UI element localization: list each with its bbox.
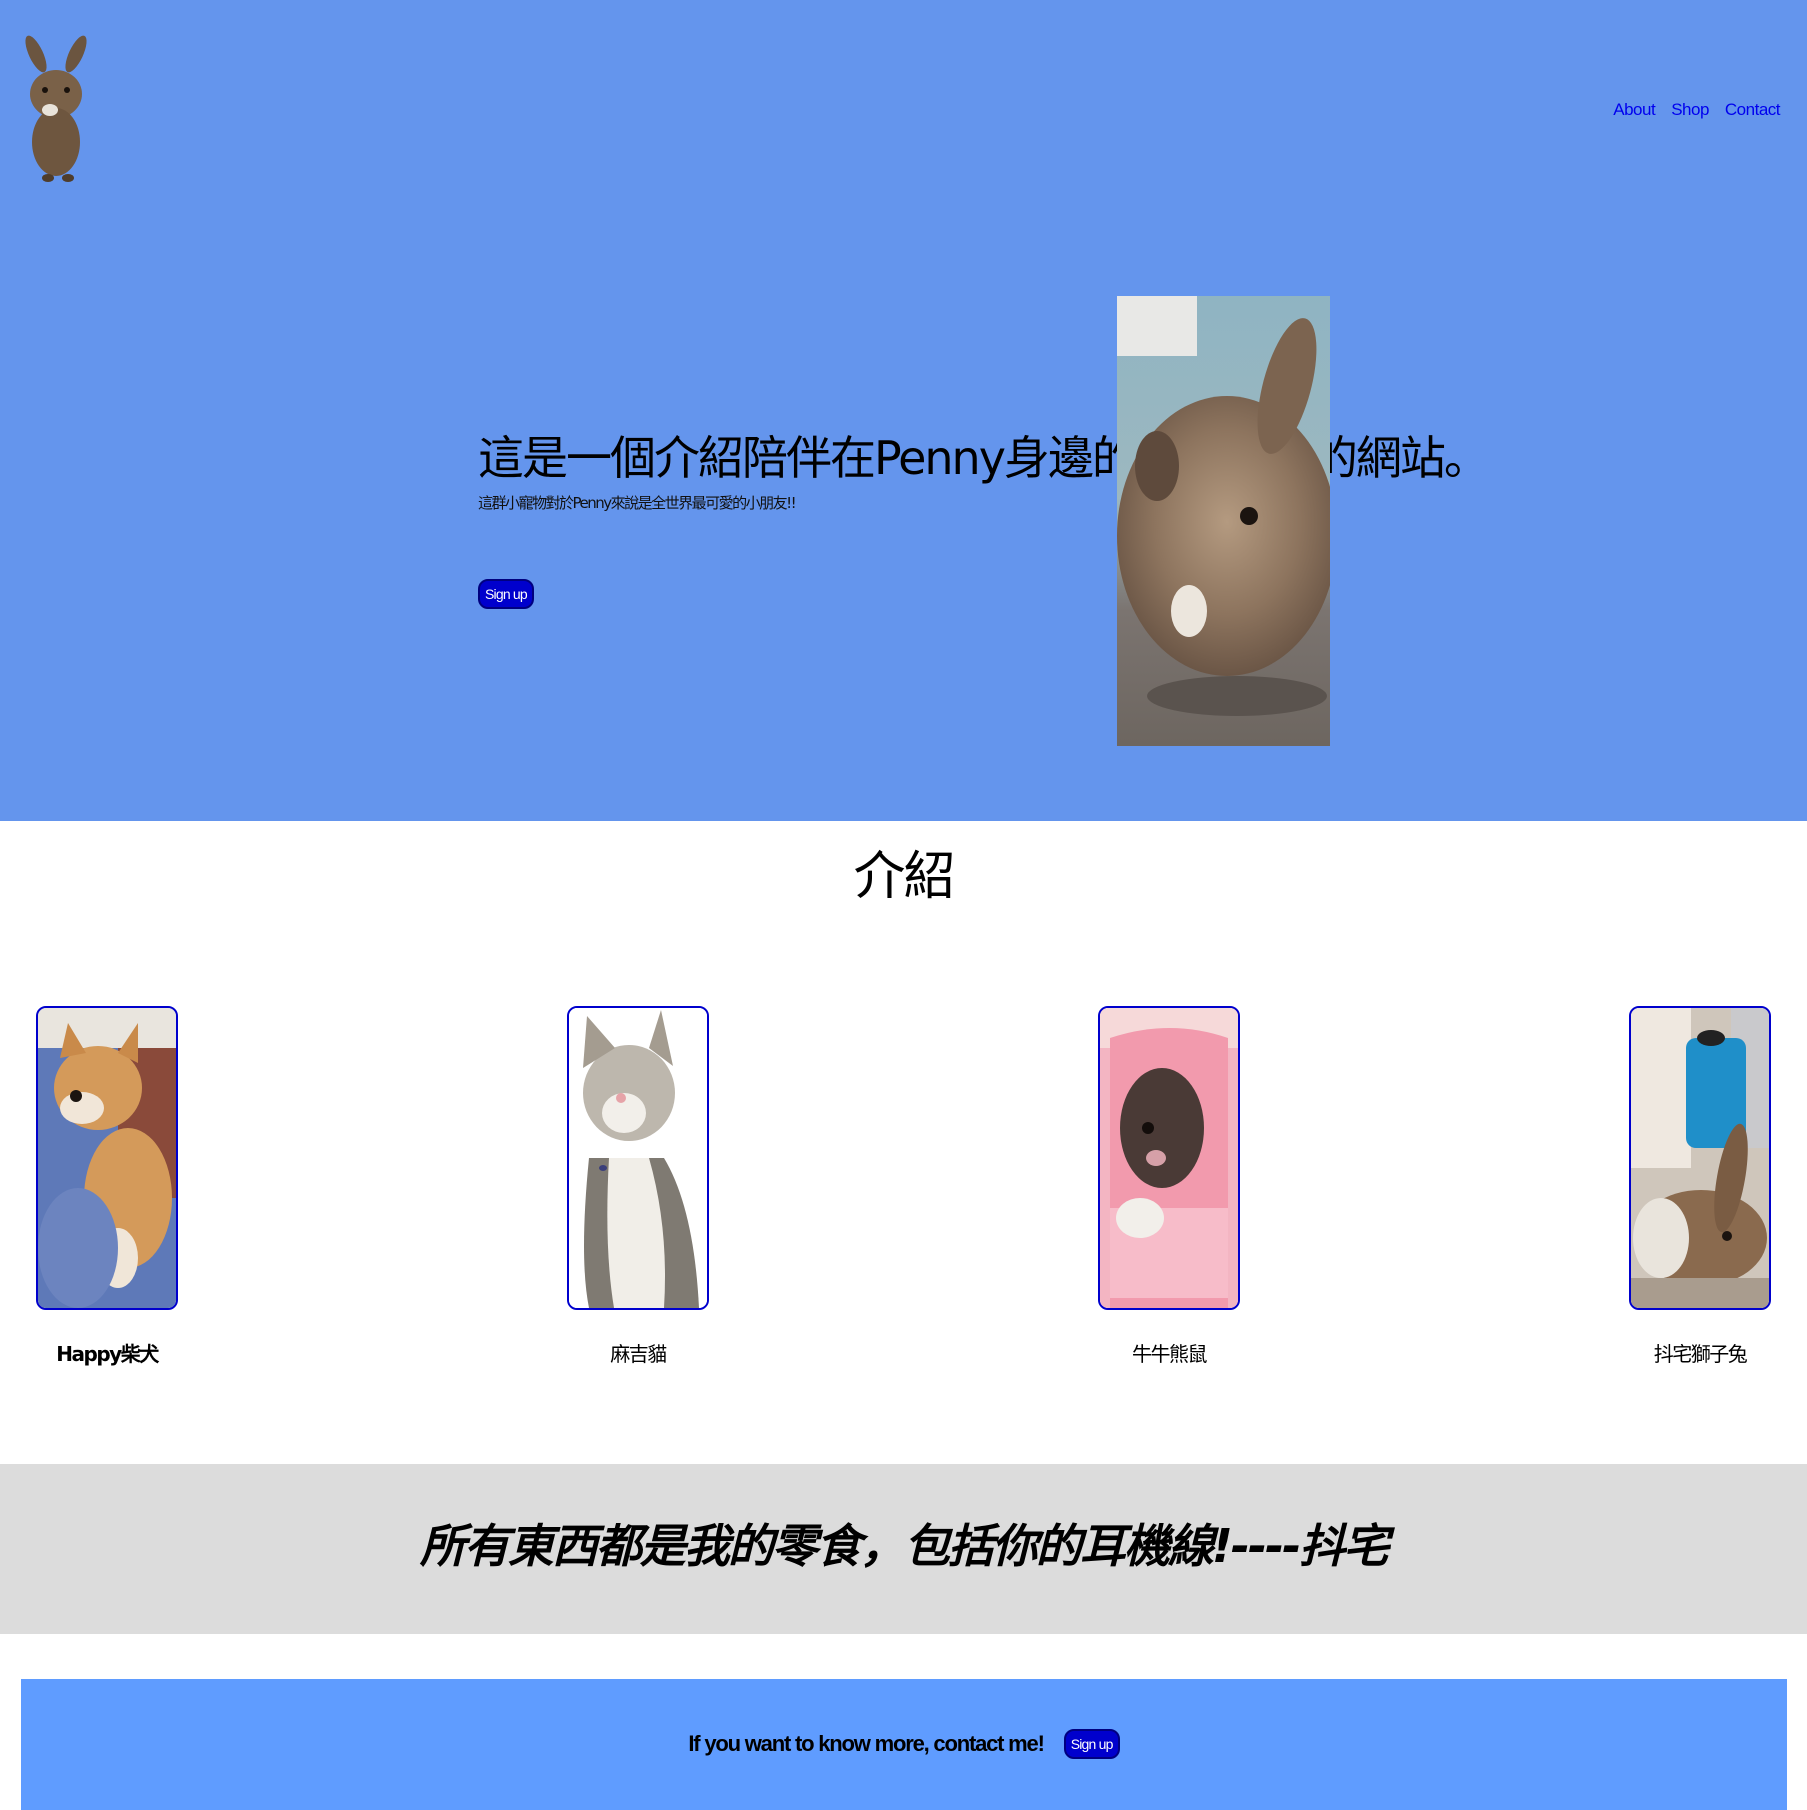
cta-signup-button[interactable]: Sign up — [1063, 1729, 1120, 1759]
cta-row: If you want to know more, contact me! Si… — [21, 1729, 1787, 1759]
contact-cta-section: If you want to know more, contact me! Si… — [21, 1679, 1787, 1810]
pet-card-shiba[interactable]: Happy柴犬 — [36, 1006, 178, 1367]
pet-card-lionhead[interactable]: 抖宅獅子兔 — [1629, 1006, 1771, 1367]
hero-section: About Shop Contact 這是一個介紹陪伴在Penny身邊的小寵物們… — [0, 0, 1807, 821]
hero-text-block: 這是一個介紹陪伴在Penny身邊的小寵物們的網站。 這群小寵物對於Penny來說… — [478, 431, 1490, 513]
hero-signup-button[interactable]: Sign up — [478, 579, 534, 609]
pet-photo-hamster — [1098, 1006, 1240, 1310]
quote-section: 所有東西都是我的零食，包括你的耳機線!----抖宅 — [0, 1464, 1807, 1634]
pet-photo-shiba — [36, 1006, 178, 1310]
nav-link-contact[interactable]: Contact — [1725, 100, 1781, 120]
hero-title: 這是一個介紹陪伴在Penny身邊的小寵物們的網站。 — [478, 431, 1490, 485]
pet-card-hamster[interactable]: 牛牛熊鼠 — [1098, 1006, 1240, 1367]
pet-name-hamster: 牛牛熊鼠 — [1132, 1342, 1208, 1366]
pet-name-cat: 麻吉貓 — [610, 1342, 667, 1366]
quote-text: 所有東西都是我的零食，包括你的耳機線!----抖宅 — [419, 1519, 1389, 1573]
nav-link-about[interactable]: About — [1613, 100, 1655, 120]
rabbit-logo-icon[interactable] — [18, 32, 96, 184]
pet-card-cat[interactable]: 麻吉貓 — [567, 1006, 709, 1367]
cta-text: If you want to know more, contact me! — [688, 1731, 1045, 1756]
nav-link-shop[interactable]: Shop — [1671, 100, 1709, 120]
pet-photo-lionhead — [1629, 1006, 1771, 1310]
pet-name-shiba: Happy柴犬 — [56, 1342, 159, 1366]
hero-subtitle: 這群小寵物對於Penny來說是全世界最可愛的小朋友!! — [478, 494, 797, 512]
pet-name-lionhead: 抖宅獅子兔 — [1653, 1342, 1748, 1366]
pet-photo-cat — [567, 1006, 709, 1310]
top-nav: About Shop Contact — [1613, 100, 1780, 120]
intro-title: 介紹 — [853, 847, 955, 907]
hero-rabbit-photo — [1117, 296, 1330, 746]
